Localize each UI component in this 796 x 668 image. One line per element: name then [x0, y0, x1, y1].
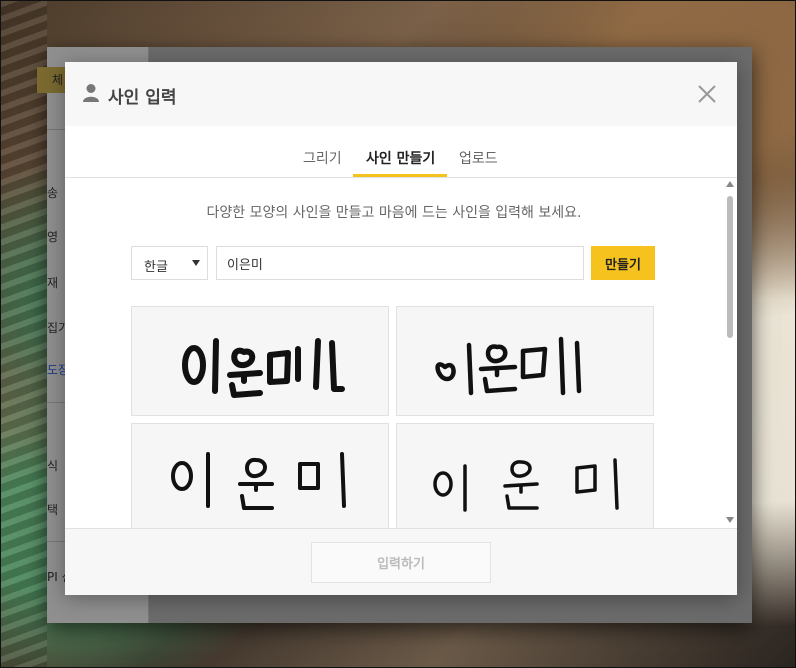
background-photo-edge	[1, 1, 47, 667]
name-input[interactable]	[216, 246, 584, 280]
background-sidebar-item: 식	[47, 459, 59, 473]
scroll-up-arrow-icon[interactable]	[726, 181, 734, 187]
screen: 체 구 송 영 재 집기 도장 식 택 PI 신 사인 입력	[0, 0, 796, 668]
signature-preview-1	[182, 338, 345, 398]
tab-create-signature[interactable]: 사인 만들기	[366, 148, 435, 168]
description-text: 다양한 모양의 사인을 만들고 마음에 드는 사인을 입력해 보세요.	[206, 205, 582, 221]
tab-bar: 그리기 사인 만들기 업로드	[65, 126, 737, 178]
submit-button[interactable]: 입력하기	[311, 542, 491, 583]
signature-preview-2	[435, 336, 582, 396]
signature-preview-4	[433, 458, 619, 512]
user-icon	[83, 84, 99, 102]
tab-upload[interactable]: 업로드	[459, 148, 498, 168]
tab-draw[interactable]: 그리기	[303, 148, 342, 168]
scroll-down-arrow-icon[interactable]	[726, 517, 734, 523]
background-sidebar-item: 택	[47, 503, 59, 517]
scrollbar-thumb[interactable]	[727, 196, 733, 338]
signature-option-3[interactable]	[131, 423, 389, 528]
active-tab-indicator	[353, 174, 447, 177]
signature-modal: 사인 입력 그리기 사인 만들기 업로드 다양한 모양의 사인을 만들고 마음에…	[65, 62, 737, 595]
signature-option-2[interactable]	[396, 306, 654, 416]
make-button[interactable]: 만들기	[591, 246, 655, 280]
language-select-value: 한글	[144, 260, 168, 275]
signature-content: 다양한 모양의 사인을 만들고 마음에 드는 사인을 입력해 보세요. 한글 만…	[65, 178, 723, 528]
signature-option-1[interactable]	[131, 306, 389, 416]
background-sidebar-item: 영	[47, 230, 59, 244]
modal-header: 사인 입력	[65, 62, 737, 127]
modal-title: 사인 입력	[108, 88, 177, 108]
caret-down-icon	[192, 260, 200, 266]
signature-option-4[interactable]	[396, 423, 654, 528]
background-sidebar-item: 재	[47, 276, 59, 290]
signature-preview-3	[171, 452, 346, 510]
language-select[interactable]: 한글	[131, 246, 208, 280]
modal-footer: 입력하기	[65, 528, 737, 595]
background-sidebar-item: 송	[47, 186, 59, 200]
close-icon[interactable]	[693, 80, 721, 108]
scrollbar[interactable]	[723, 178, 737, 528]
